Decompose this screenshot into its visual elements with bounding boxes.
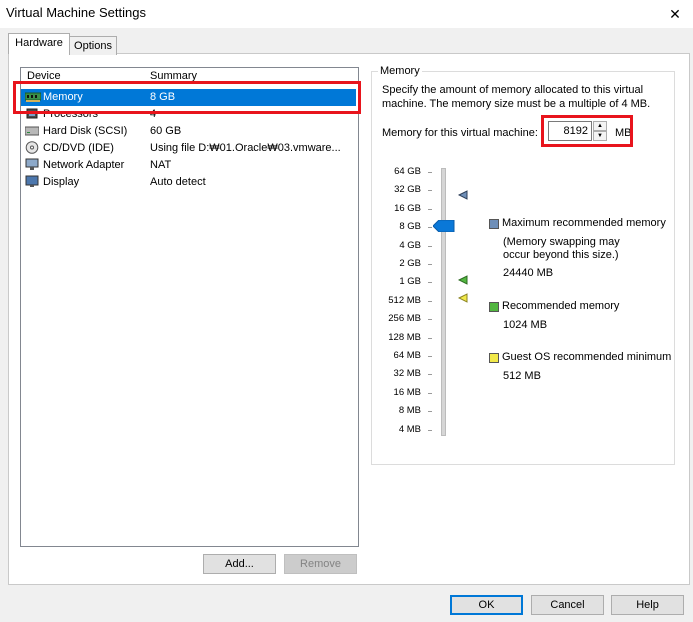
- window-title: Virtual Machine Settings: [6, 5, 146, 20]
- max-recommended-note-line2: occur beyond this size.): [503, 249, 619, 261]
- cancel-button[interactable]: Cancel: [531, 595, 604, 615]
- remove-button: Remove: [284, 554, 357, 574]
- slider-tick-label: 32 MB: [393, 368, 421, 380]
- highlight-box-memory-row: [13, 81, 361, 114]
- recommended-title: Recommended memory: [502, 300, 620, 312]
- slider-tick-label: 2 GB: [399, 258, 421, 269]
- slider-tick-mark: [428, 190, 432, 192]
- slider-tick-mark: [428, 356, 432, 357]
- memory-slider-thumb[interactable]: [432, 219, 455, 235]
- max-recommended-marker-icon: [457, 190, 468, 203]
- slider-tick-label: 8 GB: [399, 221, 421, 233]
- slider-tick-mark: [428, 264, 432, 265]
- slider-tick-mark: [428, 319, 432, 321]
- slider-tick-mark: [428, 227, 432, 229]
- slider-tick-label: 64 GB: [394, 166, 421, 177]
- max-recommended-value: 24440 MB: [503, 267, 554, 279]
- slider-tick-mark: [428, 374, 432, 376]
- slider-tick-label: 16 GB: [394, 202, 421, 214]
- recommended-legend-swatch: [489, 302, 499, 312]
- memory-description: Specify the amount of memory allocated t…: [382, 84, 651, 110]
- device-row-network-adapter[interactable]: Network Adapter NAT: [21, 157, 356, 174]
- device-row-hard-disk[interactable]: Hard Disk (SCSI) 60 GB: [21, 123, 356, 140]
- slider-tick-label: 256 MB: [388, 313, 421, 325]
- device-row-cd-dvd[interactable]: CD/DVD (IDE) Using file D:₩01.Oracle₩03.…: [21, 140, 356, 157]
- device-summary: NAT: [150, 159, 172, 171]
- guest-minimum-legend-swatch: [489, 353, 499, 363]
- cd-dvd-icon: [25, 141, 39, 154]
- slider-tick-label: 16 MB: [393, 386, 421, 398]
- device-name: Network Adapter: [43, 159, 125, 171]
- slider-tick-label: 4 GB: [399, 239, 421, 251]
- device-summary: Using file D:₩01.Oracle₩03.vmware...: [150, 142, 341, 154]
- guest-minimum-marker-icon: [457, 293, 468, 306]
- slider-tick-label: 8 MB: [398, 405, 421, 417]
- memory-field-label: Memory for this virtual machine:: [382, 127, 538, 139]
- slider-tick-mark: [428, 429, 432, 431]
- recommended-value: 1024 MB: [503, 319, 548, 331]
- guest-minimum-title: Guest OS recommended minimum: [502, 351, 672, 363]
- slider-tick-mark: [428, 172, 432, 173]
- slider-tick-mark: [428, 245, 432, 247]
- slider-tick-label: 1 GB: [399, 276, 421, 288]
- memory-group-label: Memory: [378, 65, 422, 77]
- slider-tick-mark: [428, 411, 432, 413]
- device-summary: Auto detect: [150, 176, 206, 188]
- guest-minimum-value: 512 MB: [503, 370, 541, 382]
- slider-tick-label: 64 MB: [393, 350, 421, 361]
- slider-tick-mark: [428, 392, 432, 394]
- slider-tick-mark: [428, 282, 432, 284]
- highlight-box-memory-input: [541, 115, 633, 147]
- help-button[interactable]: Help: [611, 595, 684, 615]
- device-name: Hard Disk (SCSI): [43, 125, 128, 137]
- slider-tick-label: 128 MB: [388, 331, 421, 343]
- tab-hardware[interactable]: Hardware: [8, 33, 70, 54]
- max-recommended-title: Maximum recommended memory: [502, 217, 666, 229]
- slider-tick-mark: [428, 300, 432, 302]
- device-name: CD/DVD (IDE): [43, 142, 114, 154]
- close-button[interactable]: ✕: [662, 2, 688, 26]
- ok-button[interactable]: OK: [450, 595, 523, 615]
- memory-slider-track[interactable]: [441, 168, 446, 436]
- network-adapter-icon: [25, 158, 39, 171]
- slider-tick-mark: [428, 208, 432, 210]
- slider-tick-mark: [428, 337, 432, 339]
- slider-tick-label: 512 MB: [388, 294, 421, 306]
- device-row-display[interactable]: Display Auto detect: [21, 174, 356, 191]
- add-button[interactable]: Add...: [203, 554, 276, 574]
- recommended-marker-icon: [457, 275, 468, 288]
- slider-tick-label: 32 GB: [394, 184, 421, 196]
- hard-disk-icon: [24, 124, 40, 137]
- max-recommended-legend-swatch: [489, 219, 499, 229]
- device-summary: 60 GB: [150, 125, 182, 137]
- tab-options[interactable]: Options: [69, 36, 117, 55]
- display-icon: [25, 175, 39, 188]
- slider-tick-label: 4 MB: [398, 423, 421, 435]
- max-recommended-note-line1: (Memory swapping may: [503, 236, 620, 248]
- device-name: Display: [43, 176, 80, 188]
